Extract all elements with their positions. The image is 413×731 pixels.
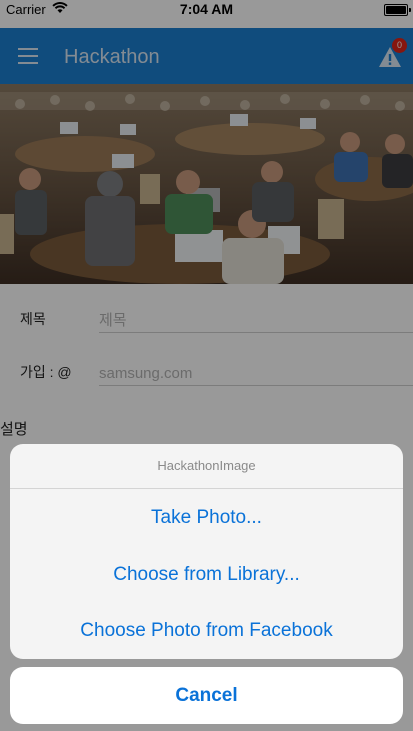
action-sheet-title: HackathonImage [10, 444, 403, 489]
take-photo-button[interactable]: Take Photo... [10, 489, 403, 546]
cancel-button[interactable]: Cancel [10, 667, 403, 724]
choose-from-library-button[interactable]: Choose from Library... [10, 546, 403, 603]
choose-facebook-photo-button[interactable]: Choose Photo from Facebook [10, 602, 403, 659]
action-sheet: HackathonImage Take Photo... Choose from… [10, 444, 403, 659]
